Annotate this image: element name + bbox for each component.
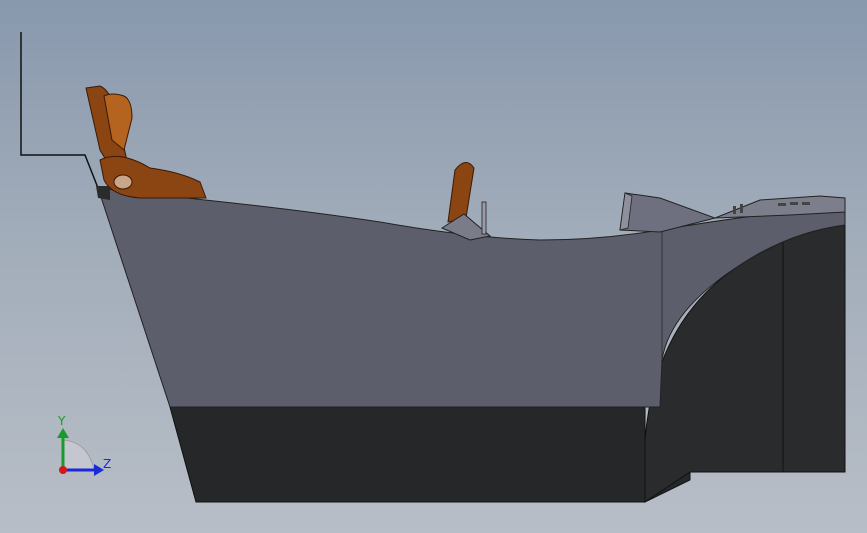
lever-rod	[481, 201, 487, 235]
dash-button[interactable]	[802, 202, 810, 205]
deck-strip	[96, 186, 110, 200]
triad-z-label: Z	[103, 457, 112, 471]
sketch-line[interactable]	[20, 32, 99, 189]
boat-hull-model[interactable]	[0, 0, 867, 533]
seat[interactable]	[85, 85, 207, 199]
throttle-lever[interactable]	[440, 162, 492, 241]
lever-handle-icon[interactable]	[447, 162, 475, 223]
dash-button[interactable]	[790, 202, 798, 205]
dash-switch[interactable]	[740, 204, 743, 213]
seat-handle-hole	[113, 174, 133, 190]
triad-y-label: Y	[58, 414, 66, 428]
cad-viewport[interactable]: Y Z	[0, 0, 867, 533]
hull-lower-body[interactable]	[169, 406, 691, 503]
dash-switch[interactable]	[733, 206, 736, 214]
triad-axis-icon	[57, 428, 104, 476]
dash-button[interactable]	[778, 203, 786, 206]
